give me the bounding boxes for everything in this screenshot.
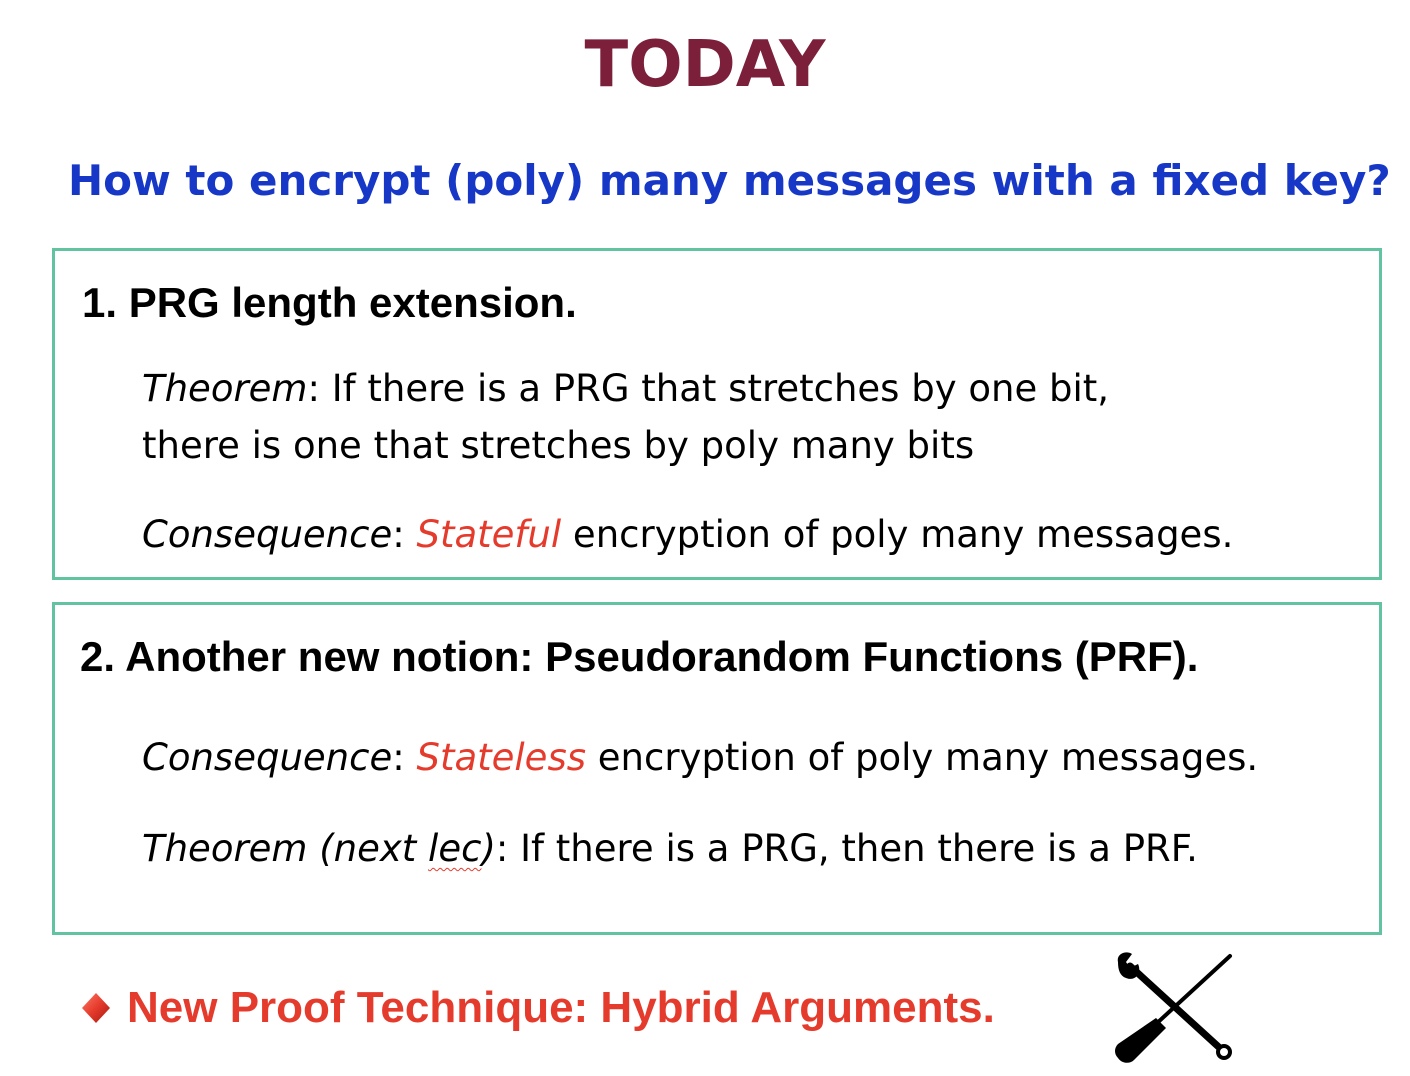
theorem-text: : If there is a PRG, then there is a PRF… — [495, 827, 1198, 870]
consequence-label: Consequence — [142, 736, 393, 779]
stateless-highlight: Stateless — [416, 736, 587, 779]
theorem-label-lec: lec — [428, 827, 482, 870]
consequence-label: Consequence — [142, 513, 393, 556]
proof-technique-text: New Proof Technique: Hybrid Arguments. — [127, 983, 995, 1032]
theorem-label-a: Theorem (next — [142, 827, 429, 870]
consequence-rest: encryption of poly many messages. — [561, 513, 1234, 556]
section2-consequence-line: Consequence: Stateless encryption of pol… — [142, 736, 1258, 779]
section1-heading: 1. PRG length extension. — [82, 279, 577, 326]
prf-box: 2. Another new notion: Pseudorandom Func… — [52, 602, 1382, 935]
consequence-colon: : — [392, 513, 417, 556]
section2-heading: 2. Another new notion: Pseudorandom Func… — [80, 633, 1199, 680]
red-diamond-bullet-icon — [82, 993, 110, 1023]
section1-consequence-line: Consequence: Stateful encryption of poly… — [142, 513, 1233, 556]
section1-theorem-line1: Theorem: If there is a PRG that stretche… — [142, 367, 1109, 410]
consequence-colon: : — [392, 736, 417, 779]
theorem-text-2: there is one that stretches by poly many… — [142, 424, 975, 467]
theorem-text-1: : If there is a PRG that stretches by on… — [307, 367, 1110, 410]
consequence-rest: encryption of poly many messages. — [586, 736, 1259, 779]
theorem-label-c: ) — [481, 827, 496, 870]
slide-question: How to encrypt (poly) many messages with… — [68, 156, 1391, 205]
slide-title: TODAY — [584, 28, 826, 102]
wrench-screwdriver-icon — [1115, 952, 1232, 1063]
section2-theorem-line: Theorem (next lec): If there is a PRG, t… — [142, 827, 1198, 870]
prg-extension-box: 1. PRG length extension. Theorem: If the… — [52, 248, 1382, 580]
theorem-label: Theorem — [142, 367, 308, 410]
stateful-highlight: Stateful — [416, 513, 562, 556]
